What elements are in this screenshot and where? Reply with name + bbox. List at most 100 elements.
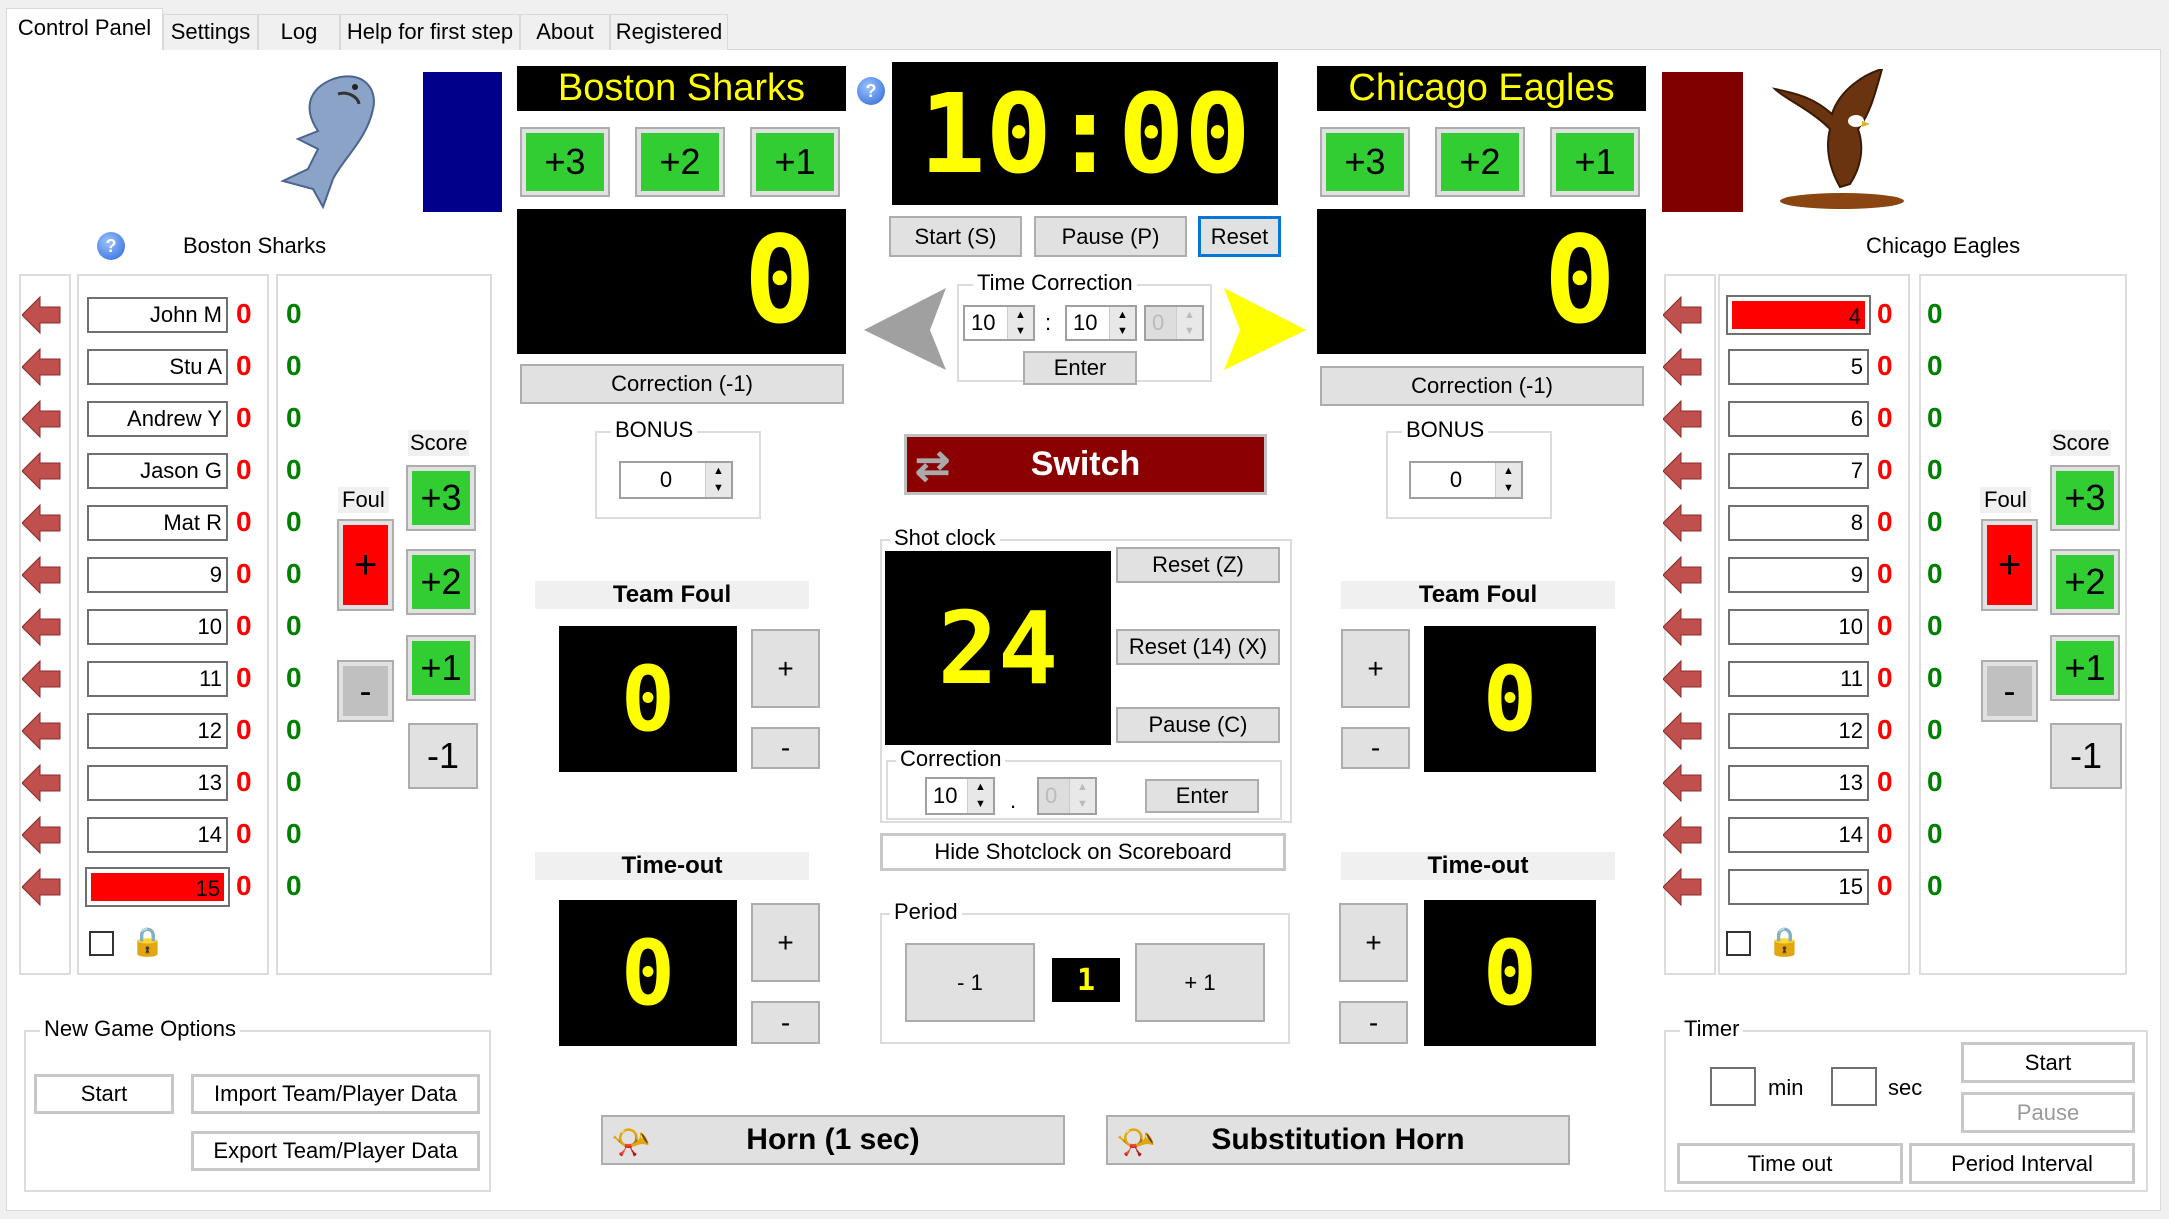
shot-correction-sec-spinner[interactable]: 10 ▲ ▼ xyxy=(925,777,995,815)
down-arrow-icon[interactable]: ▼ xyxy=(968,796,993,813)
down-arrow-icon[interactable]: ▼ xyxy=(1496,480,1521,497)
substitute-arrow-icon[interactable] xyxy=(22,347,62,387)
down-arrow-icon[interactable]: ▼ xyxy=(1008,323,1033,339)
player-name-field[interactable]: 9 xyxy=(87,557,228,593)
tab-control-panel[interactable]: Control Panel xyxy=(6,8,163,50)
guest-plus1-button[interactable]: +1 xyxy=(1550,127,1640,197)
guest-lock-checkbox[interactable] xyxy=(1726,931,1751,956)
import-team-data-button[interactable]: Import Team/Player Data xyxy=(191,1074,480,1114)
time-correction-tenth-spinner[interactable]: 0 ▲ ▼ xyxy=(1144,305,1204,341)
up-arrow-icon[interactable]: ▲ xyxy=(1070,779,1095,796)
substitute-arrow-icon[interactable] xyxy=(22,399,62,439)
home-correction-button[interactable]: Correction (-1) xyxy=(520,364,844,404)
home-help-icon[interactable]: ? xyxy=(97,232,125,260)
home-foul-minus-button[interactable]: - xyxy=(337,660,394,722)
player-name-field[interactable]: Jason G xyxy=(87,453,228,489)
timer-min-input[interactable] xyxy=(1710,1067,1756,1106)
player-name-field[interactable]: Mat R xyxy=(87,505,228,541)
player-name-field[interactable]: 5 xyxy=(1728,349,1869,385)
player-name-field[interactable]: 6 xyxy=(1728,401,1869,437)
guest-team-foul-minus-button[interactable]: - xyxy=(1341,727,1410,769)
possession-right-arrow-icon[interactable] xyxy=(1222,288,1306,372)
player-name-field[interactable]: 15 xyxy=(85,867,230,907)
shark-logo-icon[interactable] xyxy=(263,69,387,209)
guest-team-foul-plus-button[interactable]: + xyxy=(1341,629,1410,708)
substitute-arrow-icon[interactable] xyxy=(1663,659,1703,699)
home-side-minus1-button[interactable]: -1 xyxy=(408,723,478,789)
home-team-foul-minus-button[interactable]: - xyxy=(751,727,820,769)
player-name-field[interactable]: 9 xyxy=(1728,557,1869,593)
switch-button[interactable]: ⇄ Switch xyxy=(904,434,1267,495)
substitute-arrow-icon[interactable] xyxy=(22,711,62,751)
eagle-logo-icon[interactable] xyxy=(1770,69,1915,214)
period-minus-button[interactable]: - 1 xyxy=(905,943,1035,1022)
home-timeout-minus-button[interactable]: - xyxy=(751,1001,820,1044)
timer-timeout-button[interactable]: Time out xyxy=(1677,1143,1903,1184)
export-team-data-button[interactable]: Export Team/Player Data xyxy=(191,1131,480,1171)
home-timeout-plus-button[interactable]: + xyxy=(751,903,820,982)
down-arrow-icon[interactable]: ▼ xyxy=(706,480,731,497)
guest-correction-button[interactable]: Correction (-1) xyxy=(1320,366,1644,406)
player-name-field[interactable]: 14 xyxy=(1728,817,1869,853)
home-team-foul-plus-button[interactable]: + xyxy=(751,629,820,708)
substitute-arrow-icon[interactable] xyxy=(1663,555,1703,595)
substitute-arrow-icon[interactable] xyxy=(22,763,62,803)
player-name-field[interactable]: 11 xyxy=(87,661,228,697)
substitute-arrow-icon[interactable] xyxy=(22,503,62,543)
shot-correction-enter-button[interactable]: Enter xyxy=(1145,779,1259,813)
player-name-field[interactable]: John M xyxy=(87,297,228,333)
substitute-arrow-icon[interactable] xyxy=(1663,399,1703,439)
possession-left-arrow-icon[interactable] xyxy=(864,288,948,372)
substitute-arrow-icon[interactable] xyxy=(1663,295,1703,335)
new-game-start-button[interactable]: Start xyxy=(34,1074,174,1114)
guest-plus2-button[interactable]: +2 xyxy=(1435,127,1525,197)
tab-about[interactable]: About xyxy=(520,14,610,50)
player-name-field[interactable]: 12 xyxy=(1728,713,1869,749)
home-foul-plus-button[interactable]: + xyxy=(337,519,394,611)
player-name-field[interactable]: 10 xyxy=(87,609,228,645)
up-arrow-icon[interactable]: ▲ xyxy=(1008,307,1033,323)
timer-start-button[interactable]: Start xyxy=(1961,1042,2135,1083)
home-plus3-button[interactable]: +3 xyxy=(520,127,610,197)
down-arrow-icon[interactable]: ▼ xyxy=(1177,323,1202,339)
player-name-field[interactable]: 14 xyxy=(87,817,228,853)
time-correction-min-spinner[interactable]: 10 ▲ ▼ xyxy=(963,305,1035,341)
substitute-arrow-icon[interactable] xyxy=(1663,763,1703,803)
player-name-field[interactable]: 13 xyxy=(87,765,228,801)
player-name-field[interactable]: Andrew Y xyxy=(87,401,228,437)
clock-pause-button[interactable]: Pause (P) xyxy=(1034,216,1187,257)
substitute-arrow-icon[interactable] xyxy=(1663,711,1703,751)
substitute-arrow-icon[interactable] xyxy=(1663,503,1703,543)
tab-settings[interactable]: Settings xyxy=(163,14,258,50)
guest-timeout-minus-button[interactable]: - xyxy=(1339,1001,1408,1044)
home-lock-checkbox[interactable] xyxy=(89,931,114,956)
up-arrow-icon[interactable]: ▲ xyxy=(968,779,993,796)
down-arrow-icon[interactable]: ▼ xyxy=(1070,796,1095,813)
guest-side-plus1-button[interactable]: +1 xyxy=(2050,635,2120,701)
up-arrow-icon[interactable]: ▲ xyxy=(1177,307,1202,323)
substitute-arrow-icon[interactable] xyxy=(22,451,62,491)
guest-bonus-spinner[interactable]: 0 ▲ ▼ xyxy=(1409,461,1523,499)
time-correction-enter-button[interactable]: Enter xyxy=(1023,351,1137,385)
guest-plus3-button[interactable]: +3 xyxy=(1320,127,1410,197)
player-name-field[interactable]: 13 xyxy=(1728,765,1869,801)
substitute-arrow-icon[interactable] xyxy=(1663,607,1703,647)
substitute-arrow-icon[interactable] xyxy=(22,555,62,595)
home-plus1-button[interactable]: +1 xyxy=(750,127,840,197)
guest-timeout-plus-button[interactable]: + xyxy=(1339,903,1408,982)
player-name-field[interactable]: 7 xyxy=(1728,453,1869,489)
shot-correction-tenth-spinner[interactable]: 0 ▲ ▼ xyxy=(1037,777,1097,815)
shot-clock-reset-button[interactable]: Reset (Z) xyxy=(1116,547,1280,583)
tab-log[interactable]: Log xyxy=(258,14,340,50)
player-name-field[interactable]: 12 xyxy=(87,713,228,749)
home-bonus-spinner[interactable]: 0 ▲ ▼ xyxy=(619,461,733,499)
up-arrow-icon[interactable]: ▲ xyxy=(1496,463,1521,480)
tab-registered[interactable]: Registered xyxy=(610,14,728,50)
home-team-color[interactable] xyxy=(423,72,502,212)
timer-period-interval-button[interactable]: Period Interval xyxy=(1909,1143,2135,1184)
home-plus2-button[interactable]: +2 xyxy=(635,127,725,197)
timer-sec-input[interactable] xyxy=(1831,1067,1877,1106)
player-name-field[interactable]: 8 xyxy=(1728,505,1869,541)
clock-start-button[interactable]: Start (S) xyxy=(889,216,1022,257)
substitute-arrow-icon[interactable] xyxy=(22,295,62,335)
